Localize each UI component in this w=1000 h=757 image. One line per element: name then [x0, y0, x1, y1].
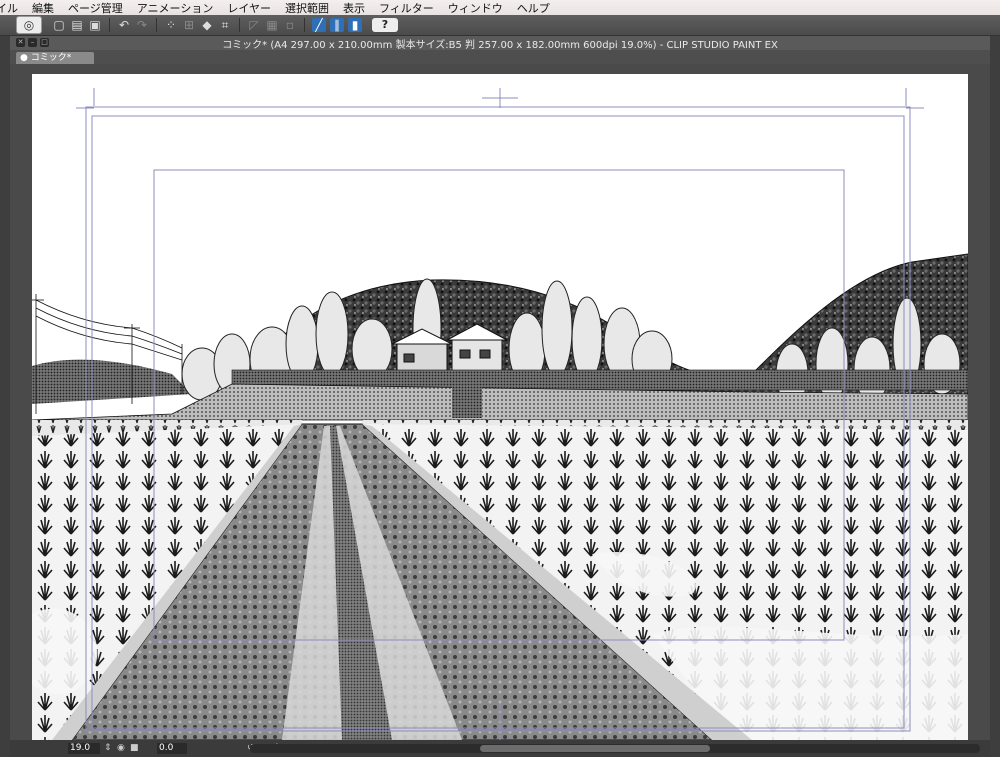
toolbar-divider — [156, 18, 157, 32]
transform-icon[interactable]: ⊞ — [182, 18, 196, 32]
tab-comic[interactable]: ● コミック* — [16, 52, 94, 64]
perspective-icon[interactable]: ╱ — [312, 18, 326, 32]
window-title-bar: ✕ – □ コミック* (A4 297.00 x 210.00mm 製本サイズ:… — [10, 36, 990, 51]
close-icon[interactable]: ✕ — [16, 38, 25, 47]
actual-size-icon[interactable]: ■ — [130, 744, 139, 753]
zoom-stepper-icon[interactable]: ⇕ — [104, 744, 113, 753]
help-icon[interactable]: ? — [372, 18, 398, 32]
tab-label: コミック* — [30, 53, 72, 63]
horizontal-scrollbar[interactable] — [250, 744, 980, 753]
menu-view[interactable]: 表示 — [336, 0, 372, 16]
snap-icon[interactable]: ▫ — [283, 18, 297, 32]
fill-icon[interactable]: ◆ — [200, 18, 214, 32]
menu-page-manage[interactable]: ページ管理 — [61, 0, 130, 16]
menu-file[interactable]: イル — [0, 0, 25, 16]
maximize-icon[interactable]: □ — [40, 38, 49, 47]
redo-icon[interactable]: ↷ — [135, 18, 149, 32]
window-controls: ✕ – □ — [16, 38, 49, 47]
undo-icon[interactable]: ↶ — [117, 18, 131, 32]
window-title: コミック* (A4 297.00 x 210.00mm 製本サイズ:B5 判 2… — [222, 39, 778, 51]
menu-filter[interactable]: フィルター — [372, 0, 441, 16]
rotation-value[interactable]: 0.0 — [157, 743, 187, 754]
command-bar: ◎ ▢ ▤ ▣ ↶ ↷ ⁘ ⊞ ◆ ⌗ ◸ ▦ ▫ ╱ ∥ ▮ ? — [0, 15, 1000, 36]
grid-icon[interactable]: ▦ — [265, 18, 279, 32]
canvas-page[interactable] — [32, 74, 968, 740]
scrollbar-thumb[interactable] — [480, 745, 710, 752]
canvas-area[interactable] — [10, 64, 990, 740]
left-panel-edge — [0, 36, 10, 757]
menu-layer[interactable]: レイヤー — [220, 0, 278, 16]
manga-illustration — [32, 74, 968, 740]
minimize-icon[interactable]: – — [28, 38, 37, 47]
menu-edit[interactable]: 編集 — [25, 0, 61, 16]
menu-selection[interactable]: 選択範囲 — [278, 0, 336, 16]
clip-logo-icon[interactable]: ◎ — [16, 16, 42, 34]
status-bar: 19.0 ⇕ ◉ ■ 0.0 ↺ ↻ ✲ — [10, 740, 990, 757]
fit-icon[interactable]: ◉ — [117, 744, 126, 753]
zoom-value[interactable]: 19.0 — [68, 743, 100, 754]
right-panel-edge — [990, 36, 1000, 757]
menu-help[interactable]: ヘルプ — [510, 0, 557, 16]
toolbar-divider — [239, 18, 240, 32]
snap-ruler-icon[interactable]: ▮ — [348, 18, 362, 32]
menu-window[interactable]: ウィンドウ — [441, 0, 510, 16]
open-file-icon[interactable]: ▤ — [70, 18, 84, 32]
save-icon[interactable]: ▣ — [88, 18, 102, 32]
menu-bar: イル 編集 ページ管理 アニメーション レイヤー 選択範囲 表示 フィルター ウ… — [0, 0, 1000, 16]
menu-animation[interactable]: アニメーション — [130, 0, 221, 16]
document-tab-bar: ● コミック* — [10, 50, 990, 64]
toolbar-divider — [109, 18, 110, 32]
crop-icon[interactable]: ⌗ — [218, 18, 232, 32]
selection-dots-icon[interactable]: ⁘ — [164, 18, 178, 32]
ruler-icon[interactable]: ◸ — [247, 18, 261, 32]
new-file-icon[interactable]: ▢ — [52, 18, 66, 32]
snap-special-icon[interactable]: ∥ — [330, 18, 344, 32]
toolbar-divider — [304, 18, 305, 32]
